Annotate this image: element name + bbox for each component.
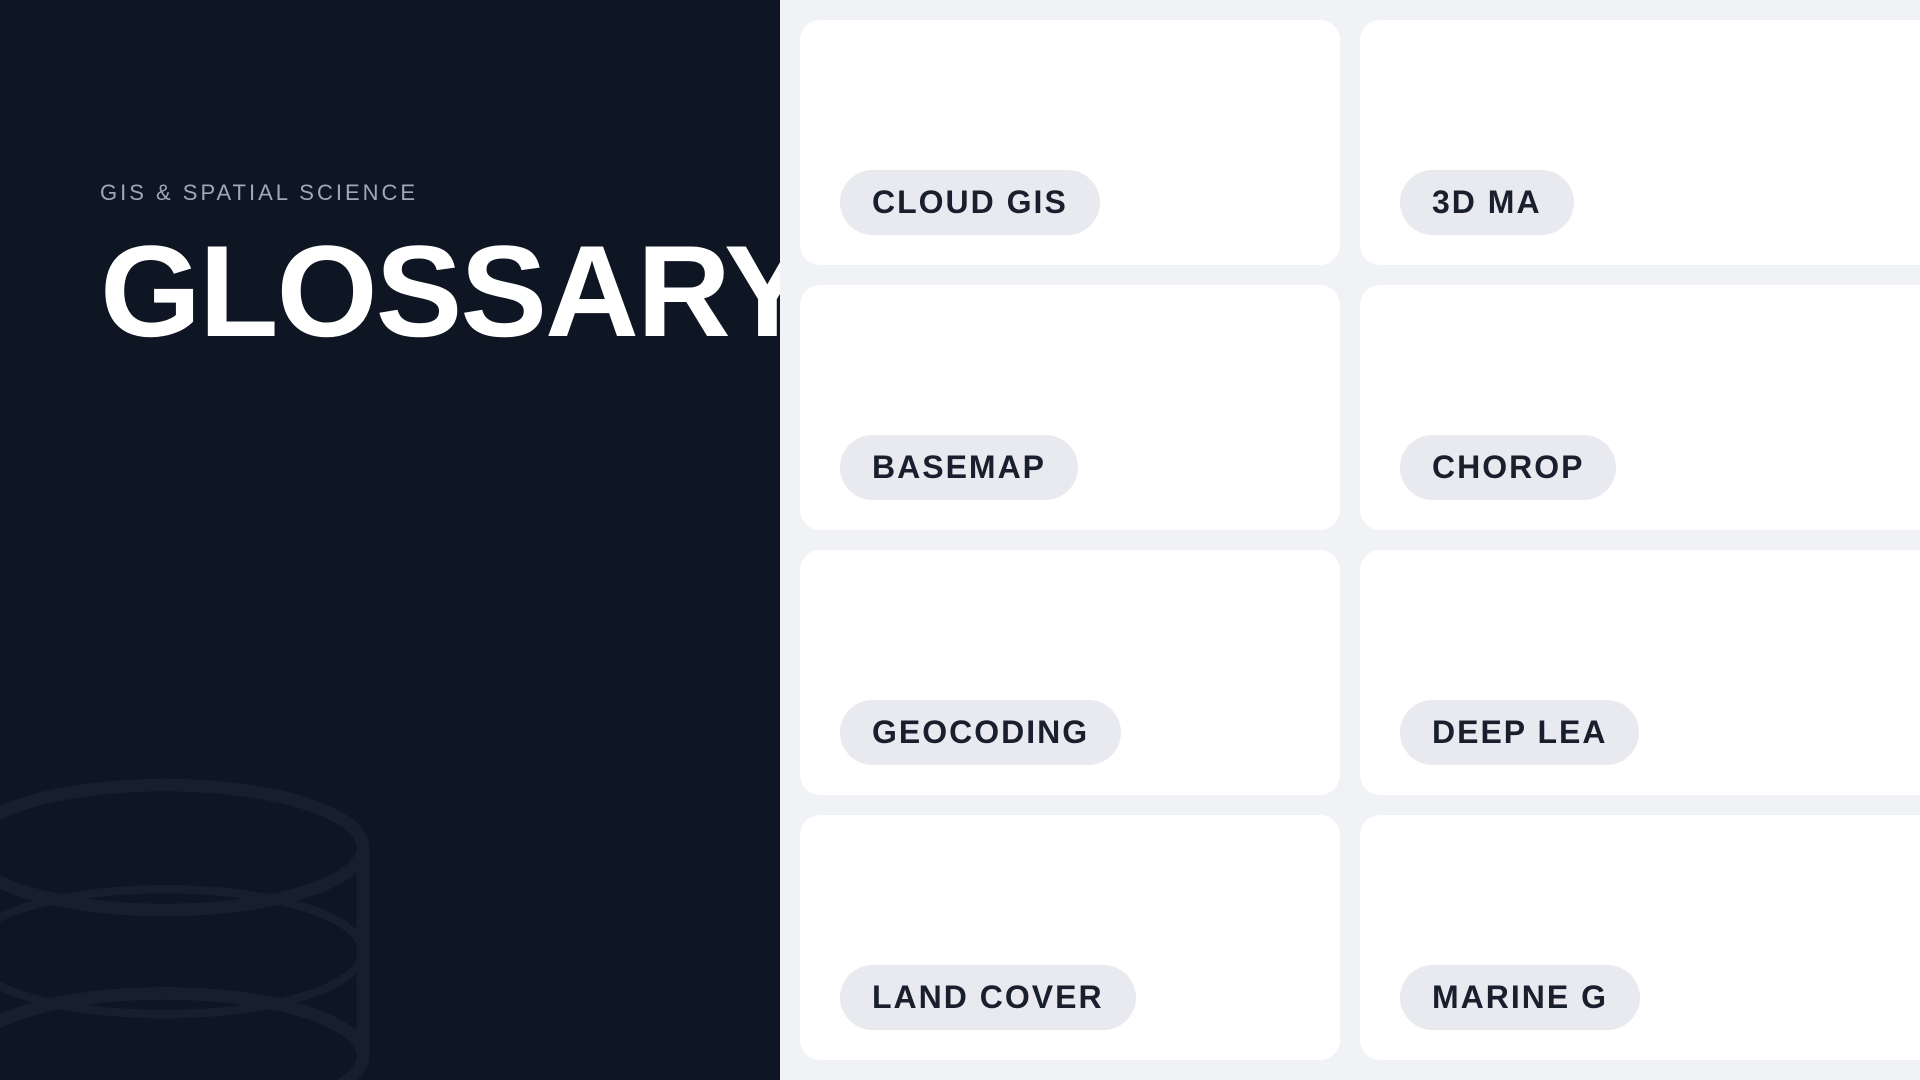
card-label-deep-learning: DEEP LEA (1400, 700, 1639, 765)
subtitle: GIS & SPATIAL SCIENCE (100, 180, 720, 206)
card-label-marine: MARINE G (1400, 965, 1640, 1030)
card-label-cloud-gis: CLOUD GIS (840, 170, 1100, 235)
card-label-3d-mapping: 3D MA (1400, 170, 1574, 235)
card-land-cover[interactable]: LAND COVER (800, 815, 1340, 1060)
card-label-land-cover: LAND COVER (840, 965, 1136, 1030)
card-3d-mapping[interactable]: 3D MA (1360, 20, 1920, 265)
card-marine[interactable]: MARINE G (1360, 815, 1920, 1060)
left-panel: GIS & SPATIAL SCIENCE GLOSSARY (0, 0, 780, 1080)
card-basemap[interactable]: BASEMAP (800, 285, 1340, 530)
card-choropleth[interactable]: CHOROP (1360, 285, 1920, 530)
card-geocoding[interactable]: GEOCODING (800, 550, 1340, 795)
main-title: GLOSSARY (100, 226, 720, 356)
decorative-icon (0, 660, 390, 1080)
card-label-geocoding: GEOCODING (840, 700, 1121, 765)
right-panel: CLOUD GIS 3D MA BASEMAP CHOROP GEOCODING DEEP… (780, 0, 1920, 1080)
card-label-basemap: BASEMAP (840, 435, 1078, 500)
card-cloud-gis[interactable]: CLOUD GIS (800, 20, 1340, 265)
card-label-choropleth: CHOROP (1400, 435, 1616, 500)
card-deep-learning[interactable]: DEEP LEA (1360, 550, 1920, 795)
